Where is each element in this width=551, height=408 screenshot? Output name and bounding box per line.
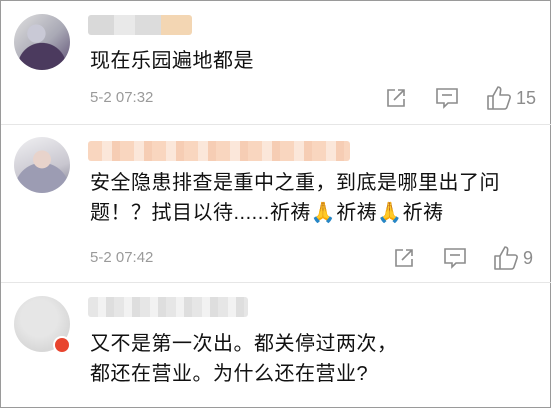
praying-hands-icon: 🙏 xyxy=(310,202,337,224)
like-button[interactable]: 15 xyxy=(486,85,536,111)
comment-icon xyxy=(436,88,458,109)
reply-button[interactable] xyxy=(443,247,467,269)
comment-item: 安全隐患排查是重中之重，到底是哪里出了问题！？拭目以待......祈祷🙏祈祷🙏祈… xyxy=(1,125,551,280)
comment-time: 5-2 07:42 xyxy=(90,249,154,266)
comment-time: 5-2 07:32 xyxy=(90,89,154,106)
like-count: 9 xyxy=(523,247,534,268)
reply-button[interactable] xyxy=(435,87,459,109)
avatar[interactable] xyxy=(14,14,70,70)
comment-text: 又不是第一次出。都关停过两次，都还在营业。为什么还在营业? xyxy=(90,333,398,385)
username-blurred[interactable] xyxy=(88,297,248,317)
share-icon xyxy=(387,89,405,107)
share-button[interactable] xyxy=(393,247,415,269)
share-icon xyxy=(395,249,413,267)
comment-item: 又不是第一次出。都关停过两次，都还在营业。为什么还在营业? xyxy=(1,283,551,407)
praying-hands-icon: 🙏 xyxy=(377,202,403,224)
share-button[interactable] xyxy=(385,87,407,109)
avatar[interactable] xyxy=(14,137,70,193)
like-count: 15 xyxy=(516,87,537,108)
username-blurred[interactable] xyxy=(88,15,192,35)
thumbs-up-icon xyxy=(494,246,518,270)
comment-text: 现在乐园遍地都是 xyxy=(90,50,254,72)
verified-badge-icon xyxy=(53,336,71,354)
comment-text: 安全隐患排查是重中之重，到底是哪里出了问题！？拭目以待......祈祷🙏祈祷🙏祈… xyxy=(90,168,522,228)
comment-text-part: 祈祷 xyxy=(402,202,444,224)
comment-list: 现在乐园遍地都是 5-2 07:32 15 安全隐患排查是重中之重，到底是哪里出… xyxy=(0,0,551,408)
username-blurred[interactable] xyxy=(88,141,350,161)
comment-item: 现在乐园遍地都是 5-2 07:32 15 xyxy=(1,1,551,121)
like-button[interactable]: 9 xyxy=(493,245,533,271)
comment-icon xyxy=(444,248,466,269)
comment-text-part: 祈祷 xyxy=(336,202,378,224)
thumbs-up-icon xyxy=(487,86,511,110)
